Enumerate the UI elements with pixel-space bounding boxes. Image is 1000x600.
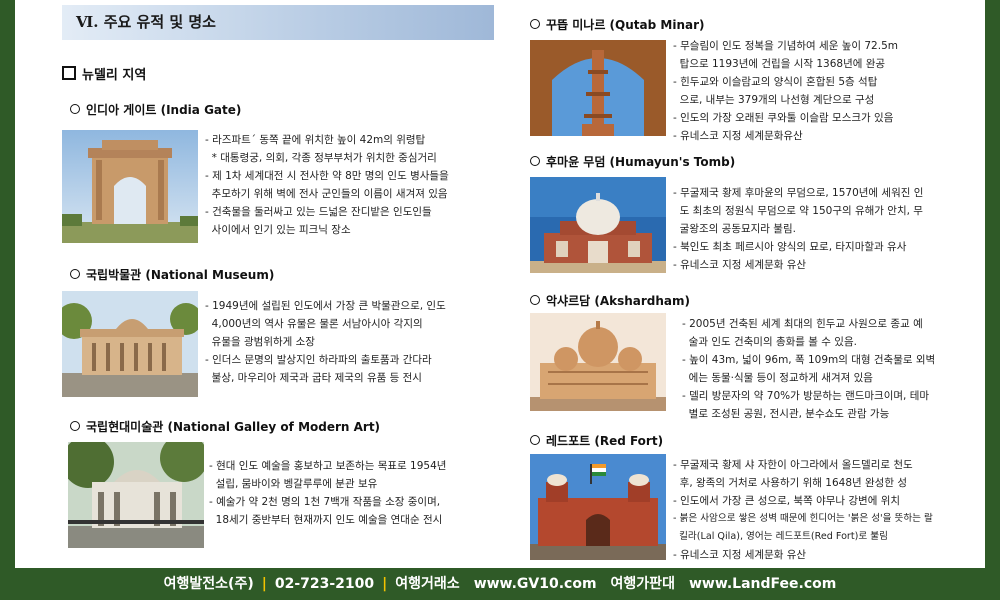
description-line: - 현대 인도 예술을 홍보하고 보존하는 목표로 1954년 bbox=[209, 460, 447, 472]
description-line: 에는 동물·식물 등이 정교하게 새겨져 있음 bbox=[682, 372, 873, 384]
description-line: 굴왕조의 공동묘지라 불림. bbox=[673, 223, 796, 235]
footer-label-2: 여행가판대 bbox=[610, 576, 675, 592]
document-page: Ⅵ. 주요 유적 및 명소 뉴델리 지역 인디아 게이트 (India Gate… bbox=[15, 0, 985, 568]
humayun-tomb-photo bbox=[530, 177, 666, 273]
footer-separator: | bbox=[382, 576, 388, 592]
footer-separator: | bbox=[261, 576, 267, 592]
page: Ⅵ. 주요 유적 및 명소 뉴델리 지역 인디아 게이트 (India Gate… bbox=[0, 0, 1000, 600]
circle-bullet-icon bbox=[530, 435, 540, 445]
humayun-tomb-description: - 무굴제국 황제 후마윤의 무덤으로, 1570년에 세워진 인 도 최초의 … bbox=[673, 184, 985, 274]
site-title-akshardham: 악샤르담 (Akshardham) bbox=[530, 292, 690, 309]
description-line: - 무슬림이 인도 정복을 기념하여 세운 높이 72.5m bbox=[673, 40, 898, 52]
site-title-national-museum: 국립박물관 (National Museum) bbox=[70, 266, 274, 283]
description-line: 불상, 마우리아 제국과 굽타 제국의 유품 등 전시 bbox=[205, 372, 422, 384]
description-line: - 무굴제국 황제 후마윤의 무덤으로, 1570년에 세워진 인 bbox=[673, 187, 924, 199]
description-line: - 예술가 약 2천 명의 1천 7백개 작품을 소장 중이며, bbox=[209, 496, 441, 508]
circle-bullet-icon bbox=[70, 421, 80, 431]
description-line: 술과 인도 건축미의 총화를 볼 수 있음. bbox=[682, 336, 857, 348]
section-title: Ⅵ. 주요 유적 및 명소 bbox=[62, 5, 494, 40]
description-line: 킬라(Lal Qila), 영어는 레드포트(Red Fort)로 불림 bbox=[673, 531, 888, 542]
circle-bullet-icon bbox=[530, 156, 540, 166]
region-title: 뉴델리 지역 bbox=[62, 64, 146, 83]
description-line: - 높이 43m, 넓이 96m, 폭 109m의 대형 건축물로 외벽 bbox=[682, 354, 936, 366]
description-line: 도 최초의 정원식 무덤으로 약 150구의 유해가 안치, 무 bbox=[673, 205, 923, 217]
footer-url-2[interactable]: www.LandFee.com bbox=[689, 576, 836, 592]
national-museum-description: - 1949년에 설립된 인도에서 가장 큰 박물관으로, 인도 4,000년의… bbox=[205, 297, 505, 387]
description-line: 4,000년의 역사 유물은 물론 서남아시아 각지의 bbox=[205, 318, 423, 330]
description-line: - 제 1차 세계대전 시 전사한 약 8만 명의 인도 병사들을 bbox=[205, 170, 449, 182]
india-gate-description: - 라즈파트´ 동쪽 끝에 위치한 높이 42m의 위령탑 * 대통령궁, 의회… bbox=[205, 131, 505, 239]
circle-bullet-icon bbox=[70, 269, 80, 279]
description-line: 별로 조성된 공원, 전시관, 분수쇼도 관람 가능 bbox=[682, 408, 890, 420]
red-fort-photo bbox=[530, 454, 666, 560]
description-line: - 힌두교와 이슬람교의 양식이 혼합된 5층 석탑 bbox=[673, 76, 878, 88]
site-title-modern-art: 국립현대미술관 (National Galley of Modern Art) bbox=[70, 418, 380, 435]
description-line: 18세기 중반부터 현재까지 인도 예술을 연대순 전시 bbox=[209, 514, 443, 526]
description-line: 탑으로 1193년에 건립을 시작 1368년에 완공 bbox=[673, 58, 886, 70]
description-line: - 인도에서 가장 큰 성으로, 북쪽 야무나 강변에 위치 bbox=[673, 495, 901, 507]
description-line: 사이에서 인기 있는 피크닉 장소 bbox=[205, 224, 351, 236]
india-gate-photo bbox=[62, 130, 198, 243]
circle-bullet-icon bbox=[530, 295, 540, 305]
description-line: - 건축물을 둘러싸고 있는 드넓은 잔디밭은 인도인들 bbox=[205, 206, 432, 218]
description-line: - 1949년에 설립된 인도에서 가장 큰 박물관으로, 인도 bbox=[205, 300, 446, 312]
footer-url-1[interactable]: www.GV10.com bbox=[474, 576, 597, 592]
red-fort-description: - 무굴제국 황제 샤 자한이 아그라에서 올드델리로 천도 후, 왕족의 거처… bbox=[673, 456, 985, 564]
checkbox-square-icon bbox=[62, 66, 76, 80]
circle-bullet-icon bbox=[530, 19, 540, 29]
description-line: 추모하기 위해 벽에 전사 군인들의 이름이 새겨져 있음 bbox=[205, 188, 448, 200]
description-line: - 2005년 건축된 세계 최대의 힌두교 사원으로 종교 예 bbox=[682, 318, 923, 330]
site-title-red-fort: 레드포트 (Red Fort) bbox=[530, 432, 663, 449]
description-line: 유물을 광범위하게 소장 bbox=[205, 336, 315, 348]
akshardham-description: - 2005년 건축된 세계 최대의 힌두교 사원으로 종교 예 술과 인도 건… bbox=[682, 315, 985, 423]
description-line: * 대통령궁, 의회, 각종 정부부처가 위치한 중심거리 bbox=[205, 152, 437, 164]
site-title-india-gate: 인디아 게이트 (India Gate) bbox=[70, 101, 241, 118]
site-title-humayun-tomb: 후마윤 무덤 (Humayun's Tomb) bbox=[530, 153, 735, 170]
description-line: - 인도의 가장 오래된 쿠와툴 이슬람 모스크가 있음 bbox=[673, 112, 894, 124]
region-title-text: 뉴델리 지역 bbox=[82, 68, 147, 83]
description-line: - 유네스코 지정 세계문화 유산 bbox=[673, 549, 807, 561]
qutab-minar-photo bbox=[530, 40, 666, 136]
description-line: - 유네스코 지정 세계문화 유산 bbox=[673, 259, 807, 271]
description-line: 후, 왕족의 거처로 사용하기 위해 1648년 완성한 성 bbox=[673, 477, 907, 489]
site-title-qutab-minar: 꾸뜹 미나르 (Qutab Minar) bbox=[530, 16, 704, 33]
description-line: 으로, 내부는 379개의 나선형 계단으로 구성 bbox=[673, 94, 875, 106]
description-line: 설립, 뭄바이와 벵갈루루에 분관 보유 bbox=[209, 478, 378, 490]
qutab-minar-description: - 무슬림이 인도 정복을 기념하여 세운 높이 72.5m 탑으로 1193년… bbox=[673, 37, 985, 145]
national-museum-photo bbox=[62, 291, 198, 397]
description-line: - 북인도 최초 페르시아 양식의 묘로, 타지마할과 유사 bbox=[673, 241, 907, 253]
description-line: - 델리 방문자의 약 70%가 방문하는 랜드마크이며, 테마 bbox=[682, 390, 930, 402]
modern-art-gallery-photo bbox=[68, 442, 204, 548]
footer-company: 여행발전소(주) bbox=[163, 576, 254, 592]
description-line: - 유네스코 지정 세계문화유산 bbox=[673, 130, 803, 142]
description-line: - 무굴제국 황제 샤 자한이 아그라에서 올드델리로 천도 bbox=[673, 459, 913, 471]
footer-bar: 여행발전소(주) | 02-723-2100 | 여행거래소 www.GV10.com 여행… bbox=[0, 568, 1000, 600]
circle-bullet-icon bbox=[70, 104, 80, 114]
footer-phone: 02-723-2100 bbox=[274, 576, 375, 592]
modern-art-description: - 현대 인도 예술을 홍보하고 보존하는 목표로 1954년 설립, 뭄바이와… bbox=[209, 457, 509, 529]
footer-label-1: 여행거래소 bbox=[395, 576, 460, 592]
description-line: - 인더스 문명의 발상지인 하라파의 출토품과 간다라 bbox=[205, 354, 432, 366]
akshardham-photo bbox=[530, 313, 666, 411]
description-line: - 붉은 사암으로 쌓은 성벽 때문에 힌디어는 '붉은 성'을 뜻하는 랄 bbox=[673, 513, 933, 524]
description-line: - 라즈파트´ 동쪽 끝에 위치한 높이 42m의 위령탑 bbox=[205, 134, 426, 146]
